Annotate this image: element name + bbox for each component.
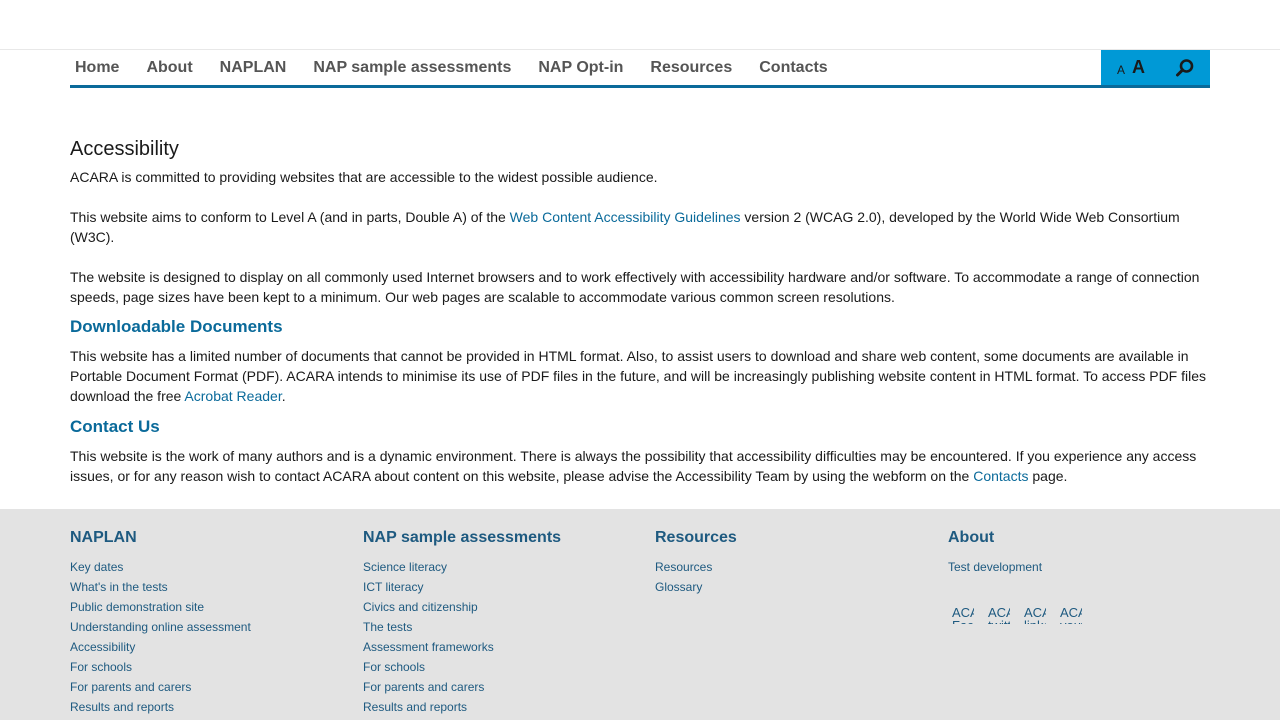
- footer-link-the-tests[interactable]: The tests: [363, 617, 561, 637]
- downloadable-paragraph: This website has a limited number of doc…: [70, 346, 1210, 406]
- top-banner: [0, 0, 1280, 50]
- downloadable-text-end: .: [281, 388, 286, 404]
- wcag-link[interactable]: Web Content Accessibility Guidelines: [510, 209, 741, 225]
- decrease-font-button[interactable]: A: [1117, 63, 1125, 77]
- facebook-icon[interactable]: ACARA Facebook: [952, 606, 974, 624]
- footer-link-whats-in-the-tests[interactable]: What's in the tests: [70, 577, 251, 597]
- footer-link-assessment-frameworks[interactable]: Assessment frameworks: [363, 637, 561, 657]
- footer-col-resources: Resources Resources Glossary: [655, 528, 737, 597]
- footer-link-test-development[interactable]: Test development: [948, 557, 1096, 577]
- footer-link-civics-and-citizenship[interactable]: Civics and citizenship: [363, 597, 561, 617]
- footer-link-results-and-reports[interactable]: Results and reports: [70, 697, 251, 717]
- downloadable-documents-heading: Downloadable Documents: [70, 317, 283, 336]
- contact-paragraph: This website is the work of many authors…: [70, 446, 1210, 486]
- wcag-text-start: This website aims to conform to Level A …: [70, 209, 510, 225]
- wcag-paragraph: This website aims to conform to Level A …: [70, 207, 1210, 247]
- social-links: ACARA Facebook ACARA twitter ACARA linke…: [952, 606, 1096, 624]
- footer-heading-naplan: NAPLAN: [70, 529, 137, 546]
- footer-link-accessibility[interactable]: Accessibility: [70, 637, 251, 657]
- nav-nap-sample-assessments[interactable]: NAP sample assessments: [313, 59, 511, 77]
- footer: NAPLAN Key dates What's in the tests Pub…: [0, 509, 1280, 720]
- footer-link-understanding-online-assessment[interactable]: Understanding online assessment: [70, 617, 251, 637]
- footer-col-nap-sample-assessments: NAP sample assessments Science literacy …: [363, 528, 561, 717]
- footer-link-for-parents-and-carers[interactable]: For parents and carers: [70, 677, 251, 697]
- contact-us-heading: Contact Us: [70, 417, 160, 436]
- footer-heading-resources: Resources: [655, 529, 737, 546]
- footer-heading-about: About: [948, 529, 995, 546]
- main-nav: Home About NAPLAN NAP sample assessments…: [70, 50, 1210, 88]
- nav-contacts[interactable]: Contacts: [759, 59, 827, 77]
- search-icon: [1176, 58, 1194, 76]
- footer-link-public-demonstration-site[interactable]: Public demonstration site: [70, 597, 251, 617]
- footer-link-for-schools[interactable]: For schools: [70, 657, 251, 677]
- page-title: Accessibility: [70, 138, 179, 160]
- intro-paragraph: ACARA is committed to providing websites…: [70, 169, 658, 185]
- footer-link-key-dates[interactable]: Key dates: [70, 557, 251, 577]
- footer-link-sample-results-and-reports[interactable]: Results and reports: [363, 697, 561, 717]
- increase-font-button[interactable]: A: [1132, 57, 1145, 78]
- acrobat-reader-link[interactable]: Acrobat Reader: [184, 388, 281, 404]
- twitter-icon[interactable]: ACARA twitter: [988, 606, 1010, 624]
- nav-tools: A A: [1101, 50, 1210, 85]
- nav-about[interactable]: About: [146, 59, 192, 77]
- search-button[interactable]: [1174, 57, 1196, 79]
- main-content: Accessibility ACARA is committed to prov…: [70, 136, 1210, 486]
- footer-col-about: About Test development ACARA Facebook AC…: [948, 528, 1096, 624]
- browsers-paragraph: The website is designed to display on al…: [70, 269, 1200, 305]
- contacts-link[interactable]: Contacts: [973, 468, 1028, 484]
- nav-naplan[interactable]: NAPLAN: [220, 59, 287, 77]
- footer-link-resources[interactable]: Resources: [655, 557, 737, 577]
- footer-link-sample-for-schools[interactable]: For schools: [363, 657, 561, 677]
- nav-nap-opt-in[interactable]: NAP Opt-in: [538, 59, 623, 77]
- nav-items: Home About NAPLAN NAP sample assessments…: [70, 50, 1210, 85]
- linkedin-icon[interactable]: ACARA linkedin: [1024, 606, 1046, 624]
- footer-link-sample-for-parents-and-carers[interactable]: For parents and carers: [363, 677, 561, 697]
- nav-resources[interactable]: Resources: [650, 59, 732, 77]
- youtube-icon[interactable]: ACARA youtube: [1060, 606, 1082, 624]
- footer-col-naplan: NAPLAN Key dates What's in the tests Pub…: [70, 528, 251, 717]
- contact-text-end: page.: [1028, 468, 1068, 484]
- nav-home[interactable]: Home: [75, 59, 119, 77]
- footer-link-ict-literacy[interactable]: ICT literacy: [363, 577, 561, 597]
- footer-heading-nap-sample-assessments: NAP sample assessments: [363, 529, 562, 546]
- footer-link-glossary[interactable]: Glossary: [655, 577, 737, 597]
- footer-link-science-literacy[interactable]: Science literacy: [363, 557, 561, 577]
